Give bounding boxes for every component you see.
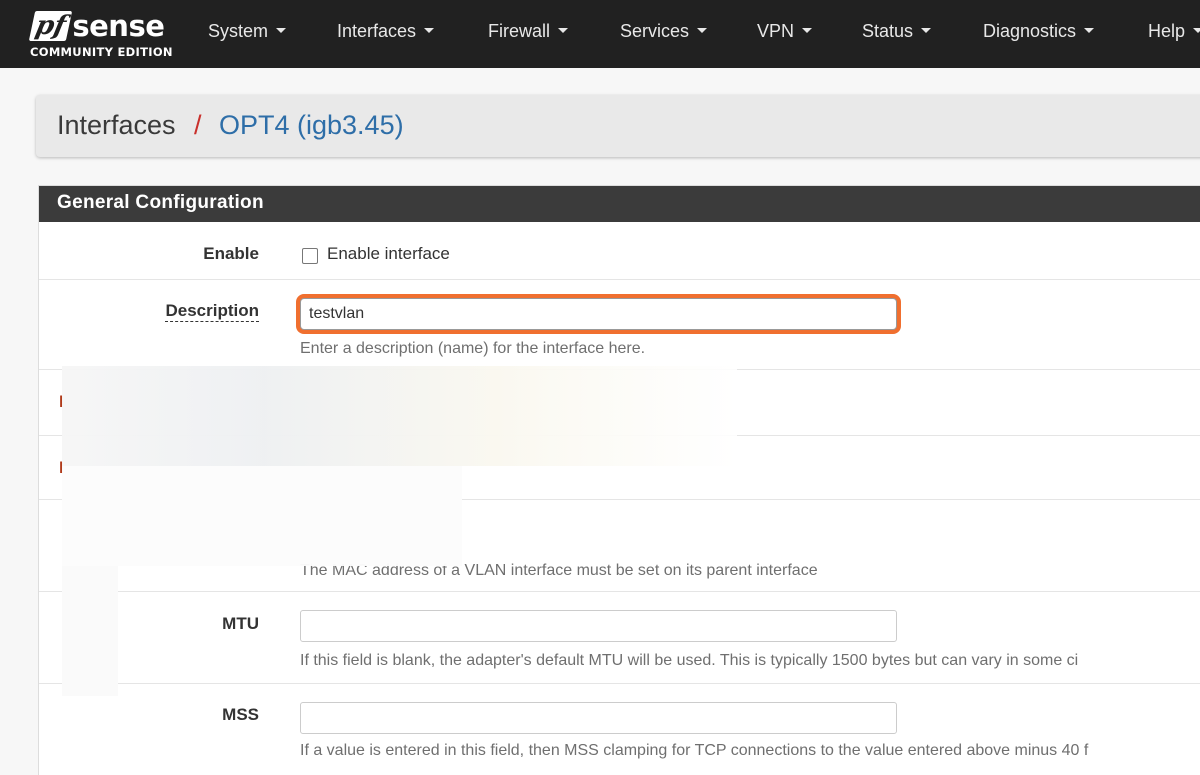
- mss-input[interactable]: [300, 702, 897, 734]
- logo-edition-text: COMMUNITY EDITION: [30, 45, 173, 59]
- chevron-down-icon: [1193, 27, 1200, 33]
- chevron-down-icon: [697, 27, 708, 33]
- nav-services-label: Services: [620, 21, 690, 41]
- nav-system-menu[interactable]: System: [208, 0, 287, 62]
- nav-status-menu[interactable]: Status: [862, 0, 932, 62]
- redaction-overlay: [62, 466, 462, 566]
- description-label[interactable]: Description: [165, 301, 259, 322]
- logo-pf-mark: pf: [28, 11, 73, 41]
- logo-sense-text: sense: [72, 9, 165, 43]
- chevron-down-icon: [921, 27, 932, 33]
- nav-vpn-label: VPN: [757, 21, 795, 41]
- nav-firewall-menu[interactable]: Firewall: [488, 0, 569, 62]
- description-help-text: Enter a description (name) for the inter…: [300, 340, 646, 357]
- chevron-down-icon: [276, 27, 287, 33]
- enable-interface-label[interactable]: Enable interface: [327, 244, 450, 264]
- redaction-overlay: [62, 566, 118, 696]
- top-navbar: pf sense COMMUNITY EDITION System Interf…: [0, 0, 1200, 68]
- mss-help-text: If a value is entered in this field, the…: [300, 742, 1089, 759]
- panel-heading: General Configuration: [39, 186, 1200, 222]
- nav-help-menu[interactable]: Help: [1148, 0, 1200, 62]
- breadcrumb-root: Interfaces: [57, 110, 176, 140]
- mtu-label: MTU: [222, 614, 259, 633]
- breadcrumb-current-link[interactable]: OPT4 (igb3.45): [219, 110, 404, 141]
- description-input[interactable]: [300, 298, 897, 330]
- nav-services-menu[interactable]: Services: [620, 0, 708, 62]
- breadcrumb-separator: /: [194, 110, 202, 140]
- panel-title: General Configuration: [57, 192, 264, 213]
- nav-diagnostics-menu[interactable]: Diagnostics: [983, 0, 1095, 62]
- mtu-row: MTU If this field is blank, the adapter'…: [39, 592, 1200, 684]
- enable-interface-checkbox[interactable]: [302, 248, 318, 264]
- pfsense-logo[interactable]: pf sense COMMUNITY EDITION: [28, 8, 173, 62]
- chevron-down-icon: [558, 27, 569, 33]
- redaction-overlay: [62, 366, 737, 466]
- chevron-down-icon: [424, 27, 435, 33]
- chevron-down-icon: [802, 27, 813, 33]
- enable-label: Enable: [203, 244, 259, 263]
- nav-help-label: Help: [1148, 21, 1186, 41]
- logo-wordmark: pf sense: [28, 8, 165, 44]
- nav-interfaces-menu[interactable]: Interfaces: [337, 0, 435, 62]
- nav-status-label: Status: [862, 21, 914, 41]
- breadcrumb: Interfaces / OPT4 (igb3.45): [36, 95, 1200, 157]
- mtu-help-text: If this field is blank, the adapter's de…: [300, 652, 1079, 669]
- nav-firewall-label: Firewall: [488, 21, 551, 41]
- mss-label: MSS: [222, 705, 259, 724]
- nav-vpn-menu[interactable]: VPN: [757, 0, 813, 62]
- chevron-down-icon: [1084, 27, 1095, 33]
- nav-interfaces-label: Interfaces: [337, 21, 417, 41]
- nav-system-label: System: [208, 21, 269, 41]
- enable-row: Enable Enable interface: [39, 222, 1200, 280]
- nav-diagnostics-label: Diagnostics: [983, 21, 1077, 41]
- mss-row: MSS If a value is entered in this field,…: [39, 684, 1200, 775]
- description-row: Description Enter a description (name) f…: [39, 280, 1200, 370]
- mtu-input[interactable]: [300, 610, 897, 642]
